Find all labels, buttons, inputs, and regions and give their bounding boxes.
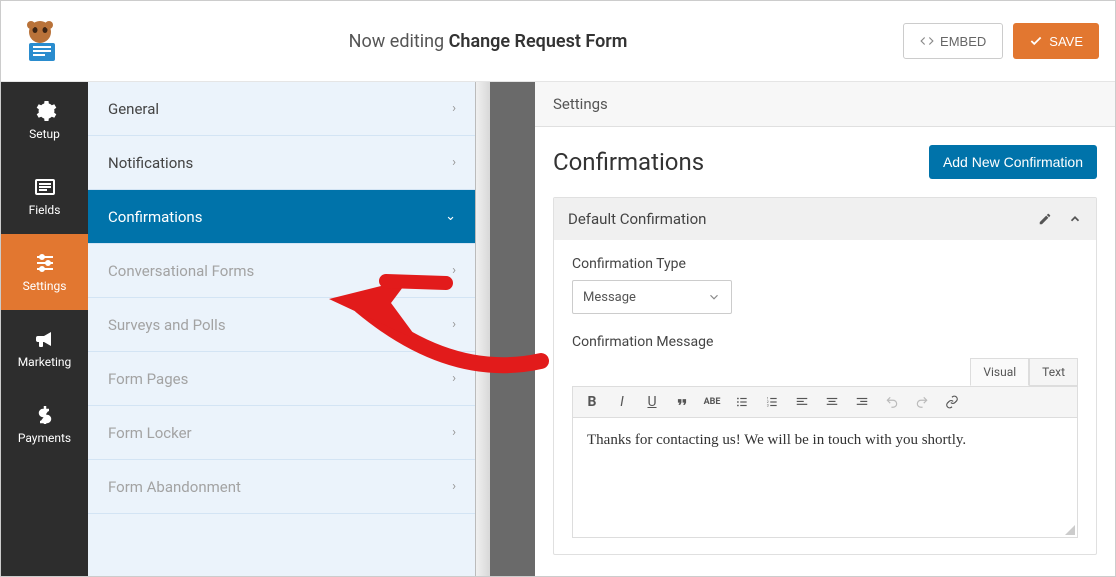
iconbar-settings[interactable]: Settings [1,234,88,310]
italic-button[interactable]: I [613,393,631,411]
chevron-down-icon: ⌄ [445,209,456,224]
chevron-right-icon: › [452,479,456,494]
iconbar-marketing[interactable]: Marketing [1,310,88,386]
dollar-icon [33,403,57,427]
undo-button[interactable] [883,393,901,411]
type-label: Confirmation Type [572,256,1078,272]
iconbar-fields[interactable]: Fields [1,158,88,234]
save-button[interactable]: SAVE [1013,23,1099,59]
subnav-item-label: Form Abandonment [108,478,241,496]
scrollbar-thumb[interactable] [477,82,489,112]
chevron-right-icon: › [452,263,456,278]
bold-button[interactable]: B [583,393,601,411]
code-icon [920,34,934,48]
bullhorn-icon [33,327,57,351]
iconbar-label: Payments [18,431,71,445]
wpforms-logo [17,18,63,64]
iconbar-label: Fields [29,203,61,217]
chevron-right-icon: › [452,371,456,386]
main-title: Confirmations [553,148,704,176]
iconbar-label: Marketing [18,355,72,369]
subnav-surveys-polls[interactable]: Surveys and Polls › [88,298,476,352]
subnav-conversational-forms[interactable]: Conversational Forms › [88,244,476,298]
settings-subnav: General › Notifications › Confirmations … [88,82,490,576]
align-left-button[interactable] [793,393,811,411]
link-button[interactable] [943,393,961,411]
chevron-right-icon: › [452,101,456,116]
chevron-right-icon: › [452,155,456,170]
quote-button[interactable] [673,393,691,411]
svg-text:3: 3 [767,404,769,408]
subnav-item-label: Form Pages [108,370,188,388]
ol-button[interactable]: 123 [763,393,781,411]
editor-tab-visual[interactable]: Visual [970,358,1029,386]
list-icon [33,175,57,199]
chevron-up-icon[interactable] [1068,212,1082,226]
confirmation-panel: Default Confirmation Confirmation Type M… [553,197,1097,555]
underline-button[interactable]: U [643,393,661,411]
preview-gap [490,82,535,576]
select-value: Message [583,290,636,305]
subnav-form-locker[interactable]: Form Locker › [88,406,476,460]
subnav-item-label: Confirmations [108,208,202,226]
chevron-right-icon: › [452,317,456,332]
subnav-item-label: Notifications [108,154,193,172]
main-panel: Settings Confirmations Add New Confirmat… [535,82,1115,576]
ul-button[interactable] [733,393,751,411]
subnav-item-label: Form Locker [108,424,192,442]
align-center-button[interactable] [823,393,841,411]
subnav-item-label: Conversational Forms [108,262,254,280]
subnav-general[interactable]: General › [88,82,476,136]
gear-icon [33,99,57,123]
panel-header[interactable]: Default Confirmation [554,198,1096,240]
strike-button[interactable]: ABE [703,393,721,411]
embed-button[interactable]: EMBED [903,23,1003,59]
redo-button[interactable] [913,393,931,411]
iconbar: Setup Fields Settings Marketing Payments [1,82,88,576]
main-header: Settings [535,82,1115,127]
subnav-item-label: Surveys and Polls [108,316,226,334]
subnav-item-label: General [108,100,159,118]
iconbar-label: Setup [29,127,60,141]
confirmation-type-select[interactable]: Message [572,280,732,314]
subnav-form-pages[interactable]: Form Pages › [88,352,476,406]
sliders-icon [33,251,57,275]
topbar: Now editing Change Request Form EMBED SA… [1,1,1115,82]
panel-title: Default Confirmation [568,210,706,228]
subnav-form-abandonment[interactable]: Form Abandonment › [88,460,476,514]
chevron-down-icon [707,290,721,304]
iconbar-payments[interactable]: Payments [1,386,88,462]
editor-content[interactable]: Thanks for contacting us! We will be in … [572,418,1078,538]
add-confirmation-button[interactable]: Add New Confirmation [929,145,1097,179]
iconbar-label: Settings [23,279,67,293]
align-right-button[interactable] [853,393,871,411]
editor-tab-text[interactable]: Text [1029,358,1078,386]
chevron-right-icon: › [452,425,456,440]
subnav-notifications[interactable]: Notifications › [88,136,476,190]
iconbar-setup[interactable]: Setup [1,82,88,158]
check-icon [1029,34,1043,48]
editor-toolbar: B I U ABE 123 [572,386,1078,418]
subnav-confirmations[interactable]: Confirmations ⌄ [88,190,476,244]
message-label: Confirmation Message [572,334,1078,350]
pencil-icon[interactable] [1038,212,1052,226]
page-title: Now editing Change Request Form [73,31,903,52]
